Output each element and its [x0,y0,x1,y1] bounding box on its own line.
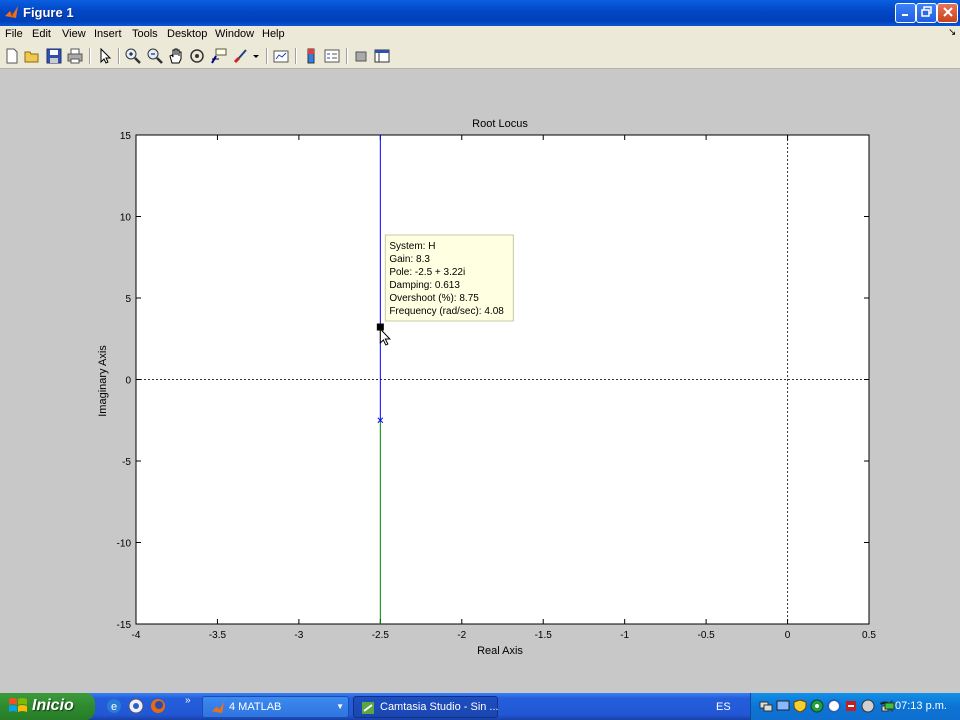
y-tick-label: 10 [120,213,132,224]
menu-help[interactable]: Help [262,28,285,40]
menu-edit[interactable]: Edit [32,28,51,40]
x-tick-label: 0.5 [862,630,876,641]
taskbar: Inicio e » 4 MATLAB ▼ Camtasia Studio - … [0,693,960,720]
menu-tools[interactable]: Tools [132,28,158,40]
x-tick-label: -0.5 [697,630,715,641]
dropdown-arrow-icon[interactable] [251,47,261,65]
y-tick-label: -15 [117,620,132,631]
menu-file[interactable]: File [5,28,23,40]
minimize-icon [901,14,908,16]
window-title: Figure 1 [23,5,74,20]
y-tick-label: 15 [120,131,132,142]
menu-desktop[interactable]: Desktop [167,28,207,40]
y-tick-label: 5 [125,294,131,305]
menu-view[interactable]: View [62,28,86,40]
new-file-icon[interactable] [3,47,21,65]
x-tick-label: -1 [620,630,629,641]
x-tick-label: -4 [132,630,141,641]
restore-icon [921,6,932,17]
close-button[interactable] [937,3,958,23]
menubar-dock-icon[interactable]: ↘ [948,27,956,38]
zoom-out-icon[interactable] [146,47,164,65]
tray-camtasia-icon[interactable] [861,699,875,713]
x-tick-label: -3.5 [209,630,227,641]
quicklaunch-more-icon[interactable]: » [185,695,191,706]
quicklaunch-ie-icon[interactable]: e [106,698,122,714]
start-button[interactable]: Inicio [0,693,95,720]
language-indicator[interactable]: ES [716,701,731,713]
link-plot-icon[interactable] [272,47,290,65]
datatip-line: Gain: 8.3 [389,254,430,265]
x-tick-label: -3 [294,630,303,641]
tray-antivirus-icon[interactable] [810,699,824,713]
y-tick-label: -5 [122,457,131,468]
x-tick-label: 0 [785,630,791,641]
start-label: Inicio [32,697,74,714]
clock[interactable]: 07:13 p.m. [895,700,947,712]
arrow-select-icon[interactable] [96,47,114,65]
datatip-line: Pole: -2.5 + 3.22i [389,267,465,278]
tray-display-icon[interactable] [776,699,790,713]
rotate-3d-icon[interactable] [188,47,206,65]
menu-window[interactable]: Window [215,28,254,40]
x-tick-label: -2 [457,630,466,641]
root-locus-plot[interactable]: Root Locus Real Axis Imaginary Axis -4 -3… [0,69,960,693]
tray-update-icon[interactable] [827,699,841,713]
hide-plot-tools-icon[interactable] [352,47,370,65]
datatip-line: System: H [389,241,435,252]
matlab-logo-icon [5,6,18,18]
task-matlab-label: 4 MATLAB [229,701,282,713]
task-matlab[interactable]: 4 MATLAB ▼ [202,696,349,718]
camtasia-icon [362,702,374,714]
y-tick-label: -10 [117,539,132,550]
open-folder-icon[interactable] [23,47,41,65]
task-camtasia[interactable]: Camtasia Studio - Sin ... [353,696,499,718]
quicklaunch-firefox-icon[interactable] [150,698,166,714]
tray-shield-icon[interactable] [793,699,807,713]
menubar: File Edit View Insert Tools Desktop Wind… [0,26,960,44]
x-tick-label: -2.5 [372,630,390,641]
colorbar-icon[interactable] [302,47,320,65]
x-axis-label: Real Axis [477,645,523,657]
window-titlebar[interactable]: Figure 1 [0,0,960,26]
svg-text:e: e [111,701,117,713]
print-icon[interactable] [66,47,84,65]
quicklaunch-media-icon[interactable] [128,698,144,714]
x-tick-label: -1.5 [535,630,553,641]
figure-toolbar [0,44,960,69]
save-icon[interactable] [45,47,63,65]
task-group-arrow-icon: ▼ [336,702,344,711]
datatip-line: Damping: 0.613 [389,280,460,291]
menu-insert[interactable]: Insert [94,28,122,40]
legend-icon[interactable] [323,47,341,65]
close-icon [942,7,953,17]
chart-title: Root Locus [472,118,528,130]
tray-security-icon[interactable] [844,699,858,713]
minimize-button[interactable] [895,3,916,23]
system-tray: 07:13 p.m. [750,693,960,720]
datatip-line: Frequency (rad/sec): 4.08 [389,306,504,317]
brush-icon[interactable] [232,47,250,65]
pan-hand-icon[interactable] [167,47,185,65]
data-cursor-icon[interactable] [210,47,228,65]
tray-network-icon[interactable] [759,699,773,713]
task-camtasia-label: Camtasia Studio - Sin ... [380,701,499,713]
zoom-in-icon[interactable] [124,47,142,65]
windows-logo-icon [9,698,27,712]
datatip-line: Overshoot (%): 8.75 [389,293,479,304]
figure-canvas: Root Locus Real Axis Imaginary Axis -4 -3… [0,69,960,693]
y-axis-label: Imaginary Axis [97,345,109,417]
show-plot-tools-icon[interactable] [373,47,391,65]
y-tick-label: 0 [125,376,131,387]
matlab-icon [211,701,225,714]
restore-button[interactable] [916,3,937,23]
